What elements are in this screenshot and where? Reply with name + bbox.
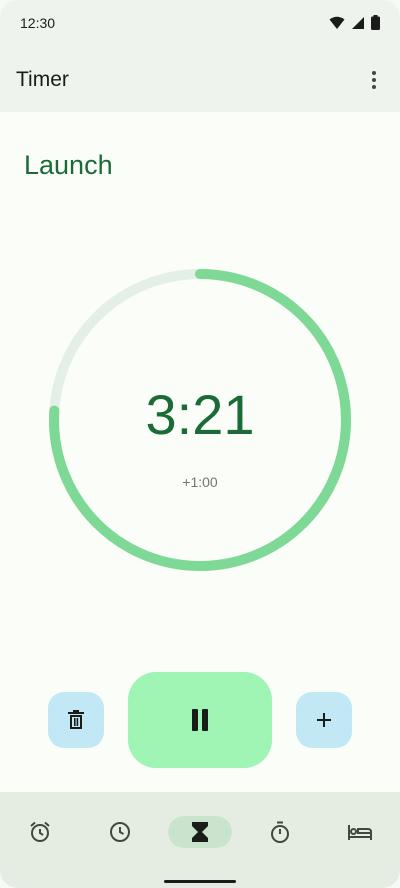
stopwatch-icon [271,821,289,843]
bottom-navigation [0,792,400,888]
clock-icon [110,822,130,842]
battery-icon [371,15,380,30]
status-time: 12:30 [20,15,56,31]
hourglass-icon [192,822,208,842]
add-minute-button[interactable]: +1:00 [0,474,400,490]
pause-icon [192,709,208,731]
time-remaining: 3:21 [145,383,255,446]
app-title: Timer [16,68,69,91]
nav-alarm[interactable] [8,816,72,848]
add-timer-button[interactable] [296,692,352,748]
delete-button[interactable] [48,692,104,748]
timer-label[interactable]: Launch [24,150,113,181]
status-icons [329,15,380,30]
plus-icon [317,713,331,727]
pause-button[interactable] [128,672,272,768]
wifi-icon [329,16,345,29]
bed-icon [348,825,372,840]
nav-bedtime[interactable] [328,816,392,848]
trash-icon [68,710,84,729]
timer-screen: 12:30 Timer Launch 3:21 +1:00 [0,0,400,888]
nav-clock[interactable] [88,816,152,848]
more-options-icon[interactable] [362,68,386,92]
home-indicator[interactable] [164,880,236,883]
signal-icon [352,16,364,29]
alarm-icon [30,821,50,842]
top-bar: 12:30 Timer [0,0,400,112]
nav-timer[interactable] [168,816,232,848]
nav-stopwatch[interactable] [248,816,312,848]
